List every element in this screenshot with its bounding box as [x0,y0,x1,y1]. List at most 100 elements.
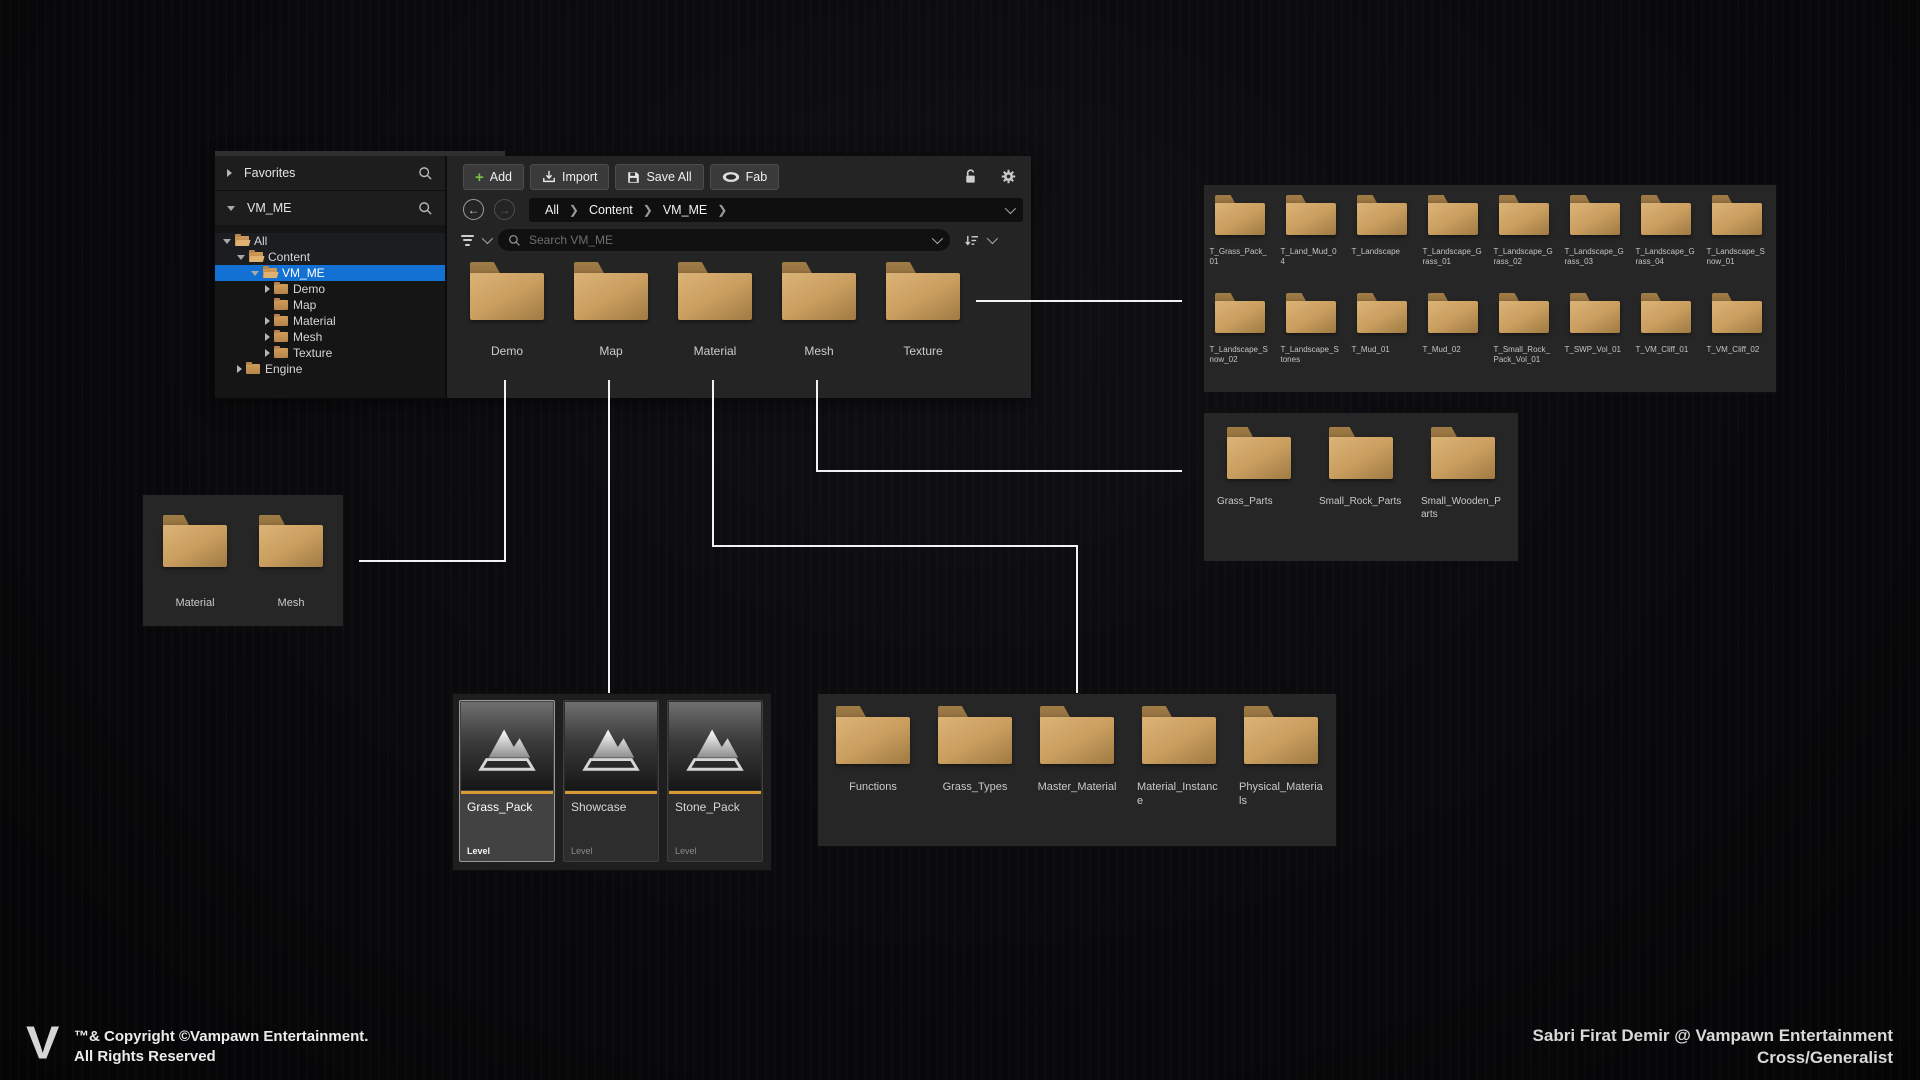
content-folder[interactable]: Material [663,262,767,358]
texture-folder[interactable]: T_Landscape_Snow_02 [1204,293,1275,391]
tree-row[interactable]: Material [215,313,445,329]
texture-folder[interactable]: T_VM_Cliff_02 [1701,293,1772,391]
import-label: Import [562,170,598,184]
mountain-icon [686,729,744,771]
mesh-folder[interactable]: Small_Wooden_Parts [1412,427,1514,561]
folder-name: T_Small_Rock_Pack_Vol_01 [1493,345,1550,365]
favorites-header[interactable]: Favorites [215,156,445,191]
forward-button[interactable]: → [494,199,515,220]
save-all-button[interactable]: Save All [615,164,704,190]
texture-folder[interactable]: T_Mud_02 [1417,293,1488,391]
tree-row[interactable]: Content [215,249,445,265]
texture-folder[interactable]: T_Landscape [1346,195,1417,293]
sort-dropdown-icon[interactable] [986,232,999,245]
folder-icon [470,262,544,320]
level-name: Showcase [571,800,627,814]
folder-name: T_Landscape [1351,247,1401,256]
material-folder[interactable]: Functions [822,706,924,846]
texture-folder[interactable]: T_VM_Cliff_01 [1630,293,1701,391]
import-button[interactable]: Import [530,164,610,190]
breadcrumb-label[interactable]: Content [583,203,639,217]
fab-button[interactable]: Fab [709,164,780,190]
folder-icon [235,234,249,246]
content-folder[interactable]: Map [559,262,663,358]
sort-icon[interactable] [964,234,979,247]
folder-name: Physical_Materials [1239,781,1323,808]
tree-expander-icon[interactable] [237,365,242,373]
texture-folder[interactable]: T_SWP_Vol_01 [1559,293,1630,391]
folder-name: T_Landscape_Grass_04 [1635,247,1695,267]
tree-row[interactable]: All [215,233,445,249]
filter-dropdown-icon[interactable] [481,232,494,245]
tree-row-label: Material [293,314,336,328]
texture-folder[interactable]: T_Landscape_Grass_03 [1559,195,1630,293]
mesh-folder[interactable]: Small_Rock_Parts [1310,427,1412,561]
material-folder[interactable]: Physical_Materials [1230,706,1332,846]
level-card[interactable]: Showcase Level [563,700,659,862]
texture-folder[interactable]: T_Landscape_Snow_01 [1701,195,1772,293]
tree-row[interactable]: Map [215,297,445,313]
texture-folder[interactable]: T_Landscape_Stones [1275,293,1346,391]
search-box[interactable] [498,229,950,251]
asset-type-label: Level [675,846,697,856]
navigation-row: ← → All ❯ Content ❯ VM_ME ❯ [463,197,1023,222]
tree-expander-icon[interactable] [265,349,270,357]
add-button[interactable]: + Add [463,164,525,190]
folder-icon [1142,706,1216,764]
tree-row-label: Mesh [293,330,323,344]
texture-folder[interactable]: T_Landscape_Grass_04 [1630,195,1701,293]
tree-expander-icon[interactable] [265,285,270,293]
demo-folder[interactable]: Material [147,515,243,626]
level-card-body: Showcase Level [564,794,658,861]
connector-material-horizontal [712,545,1078,547]
search-icon[interactable] [418,166,433,181]
path-dropdown-icon[interactable] [1004,202,1017,214]
level-card[interactable]: Grass_Pack Level [459,700,555,862]
tree-row[interactable]: Demo [215,281,445,297]
tree-expander-icon[interactable] [251,270,259,276]
breadcrumb-item[interactable]: Content ❯ [583,203,657,217]
breadcrumb-label[interactable]: All [539,203,565,217]
tree-row[interactable]: Texture [215,345,445,361]
texture-folder[interactable]: T_Mud_01 [1346,293,1417,391]
filter-icon[interactable] [461,234,474,246]
folder-icon [574,262,648,320]
tree-row[interactable]: Mesh [215,329,445,345]
search-history-icon[interactable] [931,232,944,245]
back-button[interactable]: ← [463,199,484,220]
level-card[interactable]: Stone_Pack Level [667,700,763,862]
texture-folder[interactable]: T_Grass_Pack_01 [1204,195,1275,293]
tree-expander-icon[interactable] [237,254,245,260]
folder-name: Small_Rock_Parts [1319,496,1402,507]
tree-row[interactable]: VM_ME [215,265,445,281]
texture-folder[interactable]: T_Landscape_Grass_02 [1488,195,1559,293]
content-folder[interactable]: Mesh [767,262,871,358]
sources-sidebar: Favorites VM_ME All Content VM_ME Demo M… [215,156,445,398]
breadcrumb-label[interactable]: VM_ME [657,203,713,217]
material-folder[interactable]: Grass_Types [924,706,1026,846]
search-input[interactable] [527,232,926,248]
texture-folder[interactable]: T_Landscape_Grass_01 [1417,195,1488,293]
content-folder[interactable]: Texture [871,262,975,358]
breadcrumb-item[interactable]: All ❯ [539,203,583,217]
collection-header[interactable]: VM_ME [215,191,445,226]
texture-folder[interactable]: T_Small_Rock_Pack_Vol_01 [1488,293,1559,391]
tree-expander-icon[interactable] [265,317,270,325]
content-folder[interactable]: Demo [455,262,559,358]
material-folder[interactable]: Material_Instance [1128,706,1230,846]
unlock-icon[interactable] [963,168,978,185]
tree-expander-icon[interactable] [223,238,231,244]
mesh-folder[interactable]: Grass_Parts [1208,427,1310,561]
folder-name: T_Landscape_Stones [1280,345,1339,365]
texture-folder[interactable]: T_Land_Mud_04 [1275,195,1346,293]
search-icon[interactable] [418,201,433,216]
demo-folder[interactable]: Mesh [243,515,339,626]
texture-panel: T_Grass_Pack_01 T_Land_Mud_04 T_Landscap… [1204,185,1776,392]
tree-expander-icon[interactable] [265,333,270,341]
settings-gear-icon[interactable] [1000,168,1017,185]
material-folder[interactable]: Master_Material [1026,706,1128,846]
breadcrumb-item[interactable]: VM_ME ❯ [657,203,732,217]
search-row [461,228,1023,252]
folder-icon [1569,195,1620,235]
tree-row[interactable]: Engine [215,361,445,377]
